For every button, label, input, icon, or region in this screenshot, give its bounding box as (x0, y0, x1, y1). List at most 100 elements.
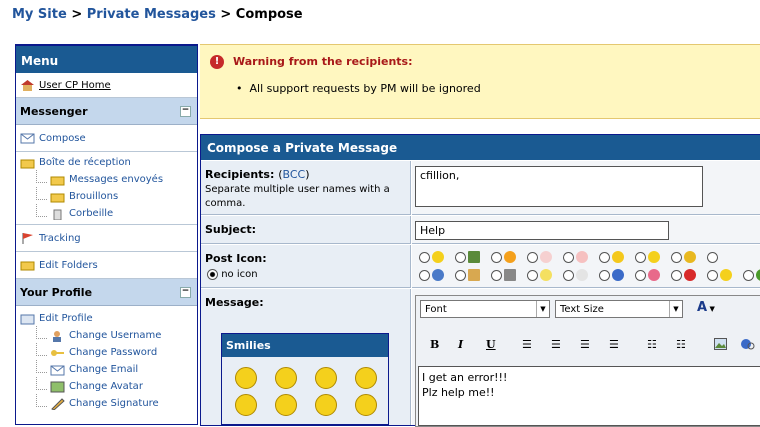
sidebar-item-drafts[interactable]: Brouillons (16, 187, 197, 205)
folder-icon (50, 174, 65, 186)
collapse-icon[interactable]: − (180, 286, 191, 298)
sidebar-item-trash[interactable]: Corbeille (16, 204, 197, 222)
no-icon-option[interactable]: no icon (207, 269, 410, 280)
italic-button[interactable]: I (458, 338, 463, 351)
sidebar-item-label: Tracking (39, 232, 81, 244)
icon-radio[interactable] (419, 269, 430, 281)
icon-radio[interactable] (635, 269, 646, 281)
recipients-note: Separate multiple user names with a comm… (205, 184, 390, 209)
home-icon (20, 79, 35, 91)
message-textarea[interactable]: I get an error!!! Plz help me!! (418, 366, 760, 426)
sidebar-category-profile: Your Profile − (16, 279, 197, 306)
sidebar-item-edit-profile[interactable]: Edit Profile (16, 310, 197, 327)
bold-button[interactable]: B (430, 338, 439, 351)
sidebar-item-change-email[interactable]: Change Email (16, 360, 197, 378)
icon-radio[interactable] (563, 269, 574, 281)
breadcrumb-separator: > (220, 7, 232, 22)
info-icon (612, 269, 624, 281)
smilie-smile-icon[interactable] (235, 367, 257, 389)
no-icon-label: no icon (221, 269, 258, 280)
font-color-button[interactable]: A ▼ (697, 300, 715, 315)
speech-icon (576, 269, 588, 281)
sidebar-item-label: Edit Folders (39, 259, 98, 271)
folder-icon (50, 191, 65, 203)
text-size-select[interactable]: Text Size ▼ (555, 300, 683, 318)
collapse-icon[interactable]: − (180, 105, 191, 117)
subject-label: Subject: (205, 223, 257, 236)
icon-radio[interactable] (635, 251, 646, 263)
folder-icon (20, 157, 35, 169)
sidebar-item-label: Boîte de réception (39, 157, 131, 168)
align-left-icon[interactable]: ☰ (522, 338, 532, 351)
font-select[interactable]: Font ▼ (420, 300, 550, 318)
star-icon (612, 251, 624, 263)
smilie-wink-icon[interactable] (315, 394, 337, 416)
icon-radio[interactable] (527, 269, 538, 281)
icon-radio[interactable] (671, 251, 682, 263)
icon-radio[interactable] (455, 269, 466, 281)
recipients-label-cell: Recipients: (BCC) Separate multiple user… (201, 161, 411, 215)
lightbulb-icon (540, 269, 552, 281)
icon-radio[interactable] (455, 251, 466, 263)
icon-radio[interactable] (743, 269, 754, 281)
subject-cell: Help (412, 216, 760, 244)
align-right-icon[interactable]: ☰ (580, 338, 590, 351)
envelope-icon (20, 132, 35, 144)
justify-icon[interactable]: ☰ (609, 338, 619, 351)
sidebar-item-inbox[interactable]: Boîte de réception (16, 154, 197, 171)
tree-line (36, 204, 47, 217)
folder-edit-icon (20, 259, 35, 271)
sidebar-item-change-username[interactable]: Change Username (16, 326, 197, 344)
smilie-lightbulb-icon[interactable] (355, 367, 377, 389)
smilie-grin-icon[interactable] (275, 394, 297, 416)
icon-radio[interactable] (707, 269, 718, 281)
post-icon-row (419, 269, 760, 281)
recipients-label-text: Recipients: (205, 168, 275, 181)
icon-radio[interactable] (419, 251, 430, 263)
bcc-link[interactable]: BCC (283, 168, 306, 181)
sidebar-item-change-password[interactable]: Change Password (16, 343, 197, 361)
icon-radio[interactable] (491, 251, 502, 263)
subject-input[interactable]: Help (415, 221, 669, 240)
smilie-frown-icon[interactable] (235, 394, 257, 416)
sidebar-item-label: User CP Home (39, 79, 111, 91)
key-icon (50, 347, 65, 359)
insert-link-icon[interactable] (741, 338, 755, 353)
smilie-cool-icon[interactable] (315, 367, 337, 389)
breadcrumb-site-link[interactable]: My Site (12, 7, 67, 22)
sidebar-item-tracking[interactable]: Tracking (16, 227, 197, 249)
icon-radio[interactable] (599, 269, 610, 281)
sidebar-item-usercp[interactable]: User CP Home (16, 73, 197, 98)
sidebar-item-compose[interactable]: Compose (16, 127, 197, 149)
unordered-list-icon[interactable]: ☷ (676, 338, 686, 351)
sidebar-item-label: Brouillons (69, 191, 119, 202)
smilies-box: Smilies (221, 333, 389, 425)
underline-button[interactable]: U (486, 338, 496, 351)
compose-panel: Compose a Private Message Recipients: (B… (200, 134, 760, 427)
subject-label-cell: Subject: (201, 216, 411, 244)
breadcrumb-separator: > (71, 7, 83, 22)
sidebar-item-edit-folders[interactable]: Edit Folders (16, 254, 197, 276)
icon-radio[interactable] (527, 251, 538, 263)
sidebar-item-change-signature[interactable]: Change Signature (16, 394, 197, 412)
breadcrumb-pm-link[interactable]: Private Messages (87, 7, 216, 22)
sidebar-item-sent[interactable]: Messages envoyés (16, 170, 197, 188)
ordered-list-icon[interactable]: ☷ (647, 338, 657, 351)
insert-image-icon[interactable] (714, 338, 727, 353)
tree-line (36, 187, 47, 200)
icon-radio[interactable] (671, 269, 682, 281)
warning-icon: ! (210, 55, 224, 69)
category-title: Messenger (20, 104, 88, 118)
post-icon-label: Post Icon: (205, 252, 267, 265)
icon-radio[interactable] (491, 269, 502, 281)
icon-radio[interactable] (707, 251, 718, 263)
sidebar-item-label: Corbeille (69, 208, 114, 219)
recipients-input[interactable]: cfillion, (415, 166, 703, 207)
smilie-eek-icon[interactable] (355, 394, 377, 416)
align-center-icon[interactable]: ☰ (551, 338, 561, 351)
smilie-confused-icon[interactable] (275, 367, 297, 389)
icon-radio[interactable] (563, 251, 574, 263)
no-icon-radio[interactable] (207, 269, 218, 280)
icon-radio[interactable] (599, 251, 610, 263)
sidebar-item-change-avatar[interactable]: Change Avatar (16, 377, 197, 395)
